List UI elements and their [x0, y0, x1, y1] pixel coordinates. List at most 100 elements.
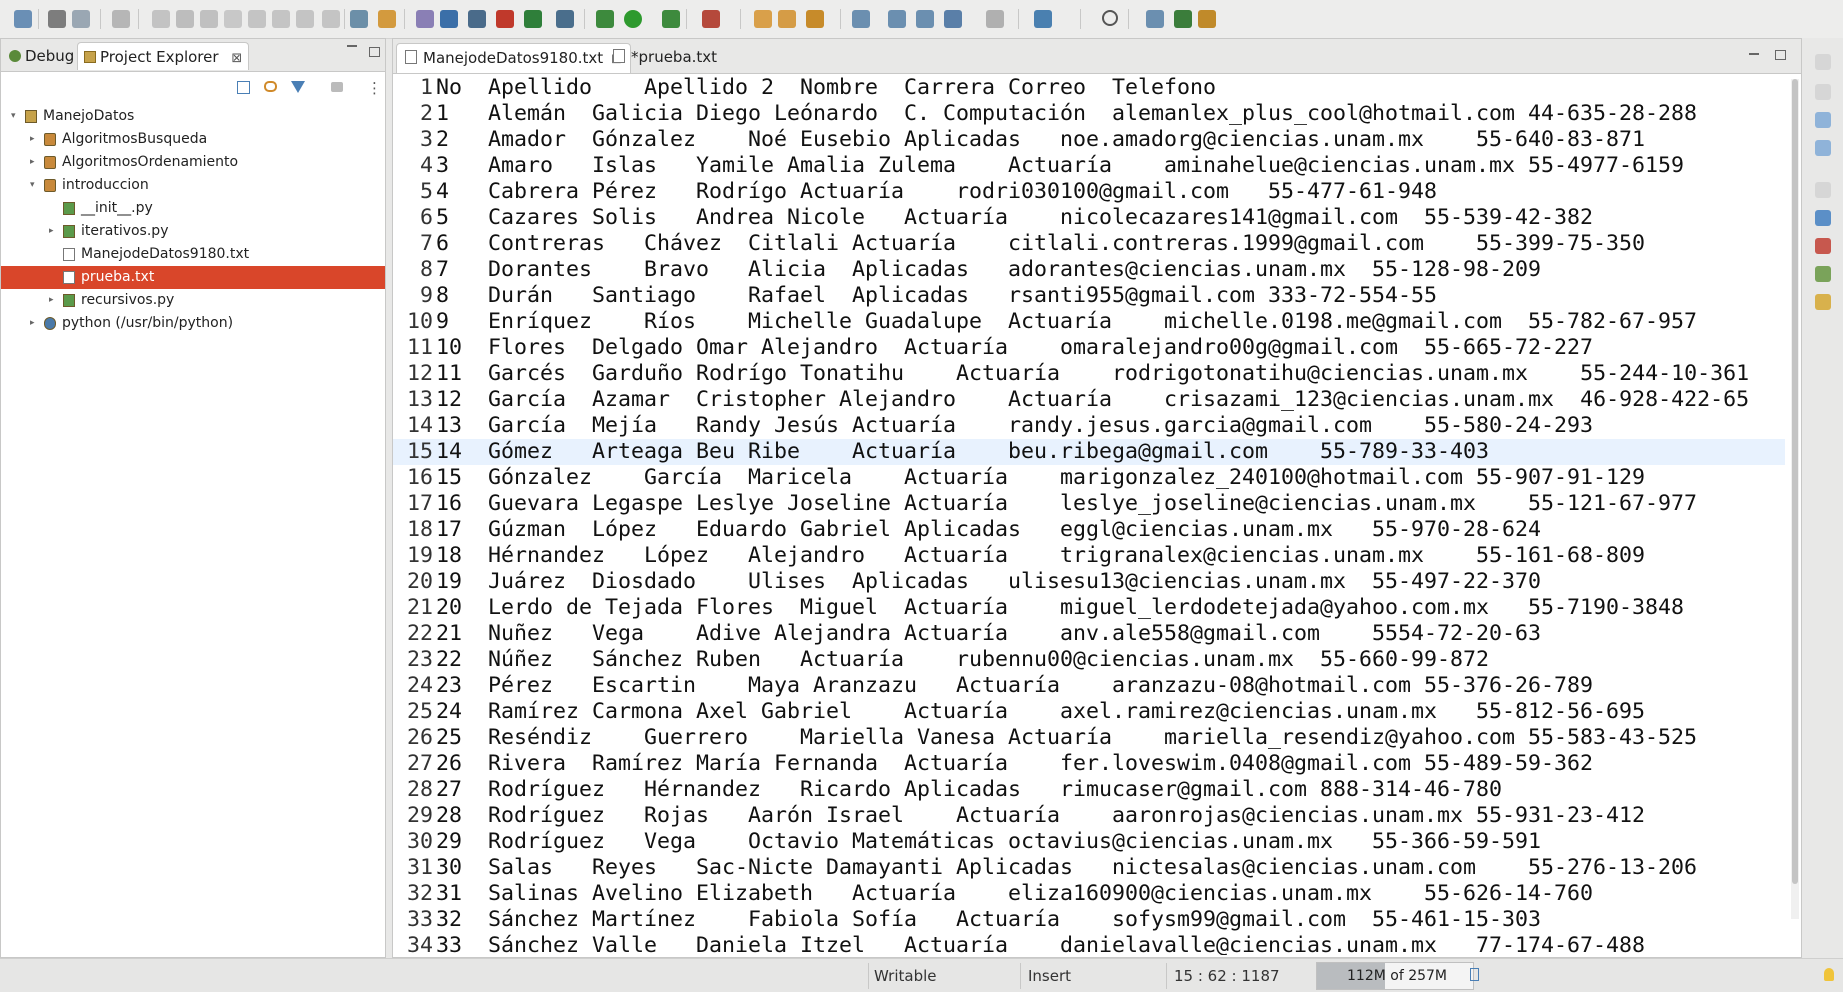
run-coverage-icon[interactable]: [662, 10, 680, 28]
editor-line[interactable]: 11 10 Flores Delgado Omar Alejandro Actua…: [393, 335, 1785, 361]
step-into-icon[interactable]: [248, 10, 266, 28]
terminate-icon[interactable]: [200, 10, 218, 28]
editor-line[interactable]: 18 17 Gúzman López Eduardo Gabriel Aplica…: [393, 517, 1785, 543]
last-edit-icon[interactable]: [916, 10, 934, 28]
expanded-arrow-icon[interactable]: ▾: [30, 174, 35, 197]
expanded-arrow-icon[interactable]: ▾: [11, 105, 16, 128]
minimize-icon[interactable]: [1749, 53, 1759, 55]
maximize-icon[interactable]: [369, 47, 380, 57]
show-whitespace-icon[interactable]: [440, 10, 458, 28]
editor-line[interactable]: 27 26 Rivera Ramírez María Fernanda Actua…: [393, 751, 1785, 777]
toggle-breadcrumb-icon[interactable]: [378, 10, 396, 28]
collapsed-arrow-icon[interactable]: ▸: [30, 312, 35, 335]
tree-item[interactable]: prueba.txt: [1, 266, 385, 289]
collapsed-arrow-icon[interactable]: ▸: [30, 151, 35, 174]
link-with-editor-icon[interactable]: [264, 81, 277, 92]
forward-icon[interactable]: [986, 10, 1004, 28]
tasks-icon[interactable]: [1815, 238, 1831, 254]
collapsed-arrow-icon[interactable]: ▸: [30, 128, 35, 151]
editor-line[interactable]: 13 12 García Azamar Cristopher Alejandro …: [393, 387, 1785, 413]
tree-item[interactable]: ▾ ManejoDatos: [1, 105, 385, 128]
editor-line[interactable]: 32 Amador Gónzalez Noé Eusebio Aplicadas…: [393, 127, 1785, 153]
editor-line[interactable]: 25 24 Ramírez Carmona Axel Gabriel Actuar…: [393, 699, 1785, 725]
filter-icon[interactable]: [291, 81, 305, 93]
use-step-filters-icon[interactable]: [350, 10, 368, 28]
expressions-icon[interactable]: [1815, 140, 1831, 156]
pydev-perspective-icon[interactable]: [1198, 10, 1216, 28]
outline-icon[interactable]: [1815, 266, 1831, 282]
open-folder-icon[interactable]: [754, 10, 772, 28]
editor-line[interactable]: 17 16 Guevara Legaspe Leslye Joseline Act…: [393, 491, 1785, 517]
save-all-icon[interactable]: [72, 10, 90, 28]
tab-debug[interactable]: Debug: [3, 42, 80, 70]
view-menu-icon[interactable]: ⋮: [367, 79, 382, 97]
tree-item[interactable]: ▸ AlgoritmosOrdenamiento: [1, 151, 385, 174]
editor-line[interactable]: 22 21 Nuñez Vega Adive Alejandra Actuaría…: [393, 621, 1785, 647]
problems-icon[interactable]: [1815, 294, 1831, 310]
next-annotation-icon[interactable]: [852, 10, 870, 28]
editor-line[interactable]: 19 18 Hérnandez López Alejandro Actuaría …: [393, 543, 1785, 569]
editor-line[interactable]: 23 22 Núñez Sánchez Ruben Actuaría rubenn…: [393, 647, 1785, 673]
editor-line[interactable]: 16 15 Gónzalez García Maricela Actuaría m…: [393, 465, 1785, 491]
tree-item[interactable]: ▸ AlgoritmosBusqueda: [1, 128, 385, 151]
editor-line[interactable]: 98 Durán Santiago Rafael Aplicadas rsant…: [393, 283, 1785, 309]
open-type-icon[interactable]: [556, 10, 574, 28]
editor-line[interactable]: 65 Cazares Solis Andrea Nicole Actuaría …: [393, 205, 1785, 231]
drop-to-frame-icon[interactable]: [322, 10, 340, 28]
collapsed-arrow-icon[interactable]: ▸: [49, 220, 54, 243]
sync-icon[interactable]: [331, 82, 343, 92]
tab-manejodedatos[interactable]: ManejodeDatos9180.txt⊠: [396, 43, 632, 73]
restore-icon[interactable]: [1815, 54, 1831, 70]
editor-line[interactable]: 10 9 Enríquez Ríos Michelle Guadalupe Act…: [393, 309, 1785, 335]
editor-line[interactable]: 43 Amaro Islas Yamile Amalia Zulema Actu…: [393, 153, 1785, 179]
editor-line[interactable]: 54 Cabrera Pérez Rodrígo Actuaría rodri0…: [393, 179, 1785, 205]
editor-line[interactable]: 21 20 Lerdo de Tejada Flores Miguel Actua…: [393, 595, 1785, 621]
editor-line[interactable]: 31 30 Salas Reyes Sac-Nicte Damayanti Apl…: [393, 855, 1785, 881]
console-icon[interactable]: [1815, 210, 1831, 226]
previous-annotation-icon[interactable]: [888, 10, 906, 28]
resume-icon[interactable]: [152, 10, 170, 28]
pydev-icon[interactable]: [468, 10, 486, 28]
variables-icon[interactable]: [1815, 84, 1831, 100]
editor-line[interactable]: 34 33 Sánchez Valle Daniela Itzel Actuarí…: [393, 933, 1785, 955]
maximize-icon[interactable]: [1775, 50, 1786, 60]
trash-icon[interactable]: [1470, 968, 1479, 981]
remove-markers-icon[interactable]: [496, 10, 514, 28]
editor-line[interactable]: 32 31 Salinas Avelino Elizabeth Actuaría …: [393, 881, 1785, 907]
back-icon[interactable]: [944, 10, 962, 28]
lightbulb-icon[interactable]: [1824, 968, 1834, 981]
editor-line[interactable]: 21 Alemán Galicia Diego Leónardo C. Comp…: [393, 101, 1785, 127]
tree-item[interactable]: ▸ recursivos.py: [1, 289, 385, 312]
tree-item[interactable]: ManejodeDatos9180.txt: [1, 243, 385, 266]
coverage-icon[interactable]: [524, 10, 542, 28]
collapsed-arrow-icon[interactable]: ▸: [49, 289, 54, 312]
tab-prueba[interactable]: *prueba.txt: [605, 43, 725, 73]
heap-status[interactable]: 112M of 257M: [1316, 962, 1474, 990]
open-file-icon[interactable]: [778, 10, 796, 28]
collapse-all-icon[interactable]: [237, 81, 250, 94]
editor-line[interactable]: 87 Dorantes Bravo Alicia Aplicadas adora…: [393, 257, 1785, 283]
editor-line[interactable]: 29 28 Rodríguez Rojas Aarón Israel Actuar…: [393, 803, 1785, 829]
editor-line[interactable]: 24 23 Pérez Escartin Maya Aranzazu Actuar…: [393, 673, 1785, 699]
editor-line[interactable]: 30 29 Rodríguez Vega Octavio Matemáticas …: [393, 829, 1785, 855]
editor-line[interactable]: 76 Contreras Chávez Citlali Actuaría cit…: [393, 231, 1785, 257]
scrollbar-thumb[interactable]: [1792, 79, 1798, 884]
tree-item[interactable]: ▸ iterativos.py: [1, 220, 385, 243]
toggle-mark-occurrences-icon[interactable]: [416, 10, 434, 28]
editor-line[interactable]: 20 19 Juárez Diosdado Ulises Aplicadas ul…: [393, 569, 1785, 595]
editor-line[interactable]: 28 27 Rodríguez Hérnandez Ricardo Aplicad…: [393, 777, 1785, 803]
debug-icon[interactable]: [596, 10, 614, 28]
editor-line[interactable]: 26 25 Reséndiz Guerrero Mariella Vanesa A…: [393, 725, 1785, 751]
tab-project-explorer[interactable]: Project Explorer ⊠: [77, 42, 250, 70]
minimize-icon[interactable]: [347, 45, 357, 47]
external-tools-icon[interactable]: [702, 10, 720, 28]
breakpoints-icon[interactable]: [1815, 112, 1831, 128]
editor-line[interactable]: 15 14 Gómez Arteaga Beu Ribe Actuaría beu…: [393, 439, 1785, 465]
open-perspective-icon[interactable]: [1034, 10, 1052, 28]
disconnect-icon[interactable]: [224, 10, 242, 28]
suspend-icon[interactable]: [176, 10, 194, 28]
editor-line[interactable]: 14 13 García Mejía Randy Jesús Actuaría r…: [393, 413, 1785, 439]
editor-line[interactable]: 1 No Apellido Apellido 2 Nombre Carrera C…: [393, 75, 1785, 101]
tree-item[interactable]: ▾ introduccion: [1, 174, 385, 197]
close-icon[interactable]: ⊠: [231, 51, 242, 66]
